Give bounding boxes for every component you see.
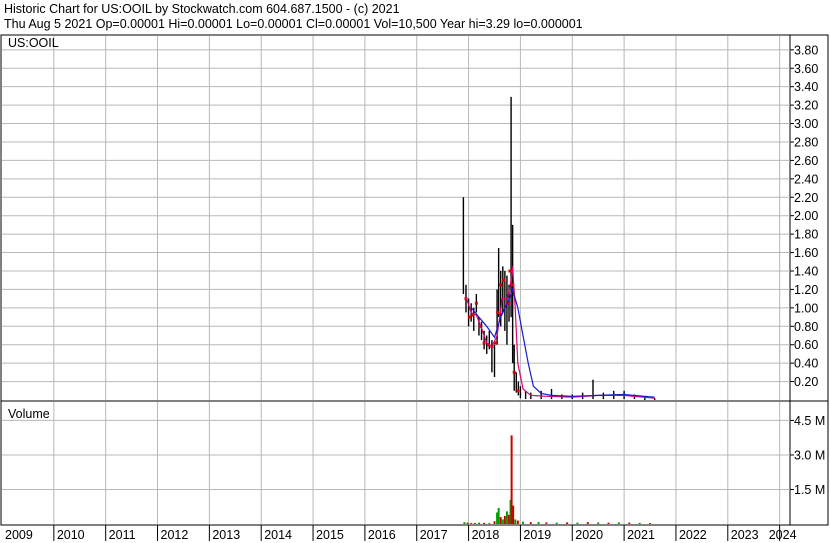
volume-bar bbox=[576, 522, 579, 524]
close-mark bbox=[502, 278, 506, 282]
volume-bar bbox=[597, 522, 600, 524]
volume-bar bbox=[477, 522, 480, 524]
close-mark bbox=[468, 315, 472, 319]
volume-bar bbox=[497, 507, 500, 524]
year-tick-label: 2024 bbox=[769, 528, 797, 542]
price-panel-label: US:OOIL bbox=[8, 36, 59, 50]
volume-bar bbox=[628, 522, 631, 524]
year-tick-label: 2010 bbox=[57, 528, 85, 542]
stock-chart: Historic Chart for US:OOIL by Stockwatch… bbox=[0, 0, 830, 543]
year-tick-label: 2012 bbox=[161, 528, 189, 542]
volume-bar bbox=[501, 519, 504, 524]
year-tick-label: 2019 bbox=[523, 528, 551, 542]
year-tick-label: 2020 bbox=[575, 528, 603, 542]
price-tick-label: 0.80 bbox=[794, 320, 818, 334]
price-tick-label: 2.40 bbox=[794, 172, 818, 186]
price-tick-label: 1.40 bbox=[794, 264, 818, 278]
volume-bar bbox=[499, 517, 502, 524]
price-tick-label: 3.80 bbox=[794, 43, 818, 57]
volume-bar bbox=[537, 521, 540, 524]
close-mark bbox=[474, 301, 478, 305]
volume-bar bbox=[638, 522, 641, 524]
volume-bar bbox=[473, 523, 476, 524]
year-tick-label: 2018 bbox=[472, 528, 500, 542]
volume-panel-label: Volume bbox=[8, 407, 50, 421]
year-tick-label: 2016 bbox=[368, 528, 396, 542]
year-tick-label: 2017 bbox=[420, 528, 448, 542]
year-tick-label: 2014 bbox=[264, 528, 292, 542]
volume-bar bbox=[483, 522, 486, 524]
volume-axis: 1.5 M 3.0 M 4.5 M bbox=[790, 414, 825, 497]
price-tick-label: 1.00 bbox=[794, 301, 818, 315]
volume-bar bbox=[649, 523, 652, 524]
close-mark bbox=[482, 341, 486, 345]
year-tick-label: 2009 bbox=[5, 528, 33, 542]
volume-bar bbox=[545, 522, 548, 524]
volume-bar bbox=[555, 522, 558, 524]
price-tick-label: 2.60 bbox=[794, 154, 818, 168]
volume-bar bbox=[566, 522, 569, 524]
volume-bar bbox=[503, 515, 506, 524]
volume-bar bbox=[493, 521, 496, 524]
volume-tick-label: 3.0 M bbox=[794, 448, 825, 462]
volume-bar bbox=[466, 522, 469, 524]
close-mark bbox=[496, 310, 500, 314]
volume-bar bbox=[586, 522, 589, 524]
volume-bar bbox=[505, 511, 508, 524]
price-tick-label: 3.40 bbox=[794, 80, 818, 94]
volume-bar bbox=[522, 521, 525, 524]
chart-title: Historic Chart for US:OOIL by Stockwatch… bbox=[4, 2, 400, 16]
close-mark bbox=[516, 389, 520, 393]
volume-bar bbox=[617, 522, 620, 524]
volume-bar bbox=[470, 522, 473, 524]
year-tick-label: 2011 bbox=[109, 528, 136, 542]
price-tick-label: 3.20 bbox=[794, 99, 818, 113]
chart-quote-line: Thu Aug 5 2021 Op=0.00001 Hi=0.00001 Lo=… bbox=[4, 17, 583, 31]
volume-tick-label: 1.5 M bbox=[794, 483, 825, 497]
year-tick-label: 2023 bbox=[731, 528, 759, 542]
close-mark bbox=[512, 370, 516, 374]
volume-bar bbox=[488, 523, 491, 524]
volume-bar bbox=[514, 519, 517, 524]
price-tick-label: 0.20 bbox=[794, 375, 818, 389]
price-tick-label: 2.00 bbox=[794, 209, 818, 223]
price-tick-label: 0.40 bbox=[794, 357, 818, 371]
price-tick-label: 1.80 bbox=[794, 228, 818, 242]
year-tick-label: 2021 bbox=[627, 528, 655, 542]
year-tick-label: 2013 bbox=[212, 528, 240, 542]
volume-bar bbox=[529, 522, 532, 524]
volume-bar bbox=[607, 522, 610, 524]
price-tick-label: 0.60 bbox=[794, 338, 818, 352]
price-tick-label: 3.60 bbox=[794, 62, 818, 76]
volume-bar bbox=[463, 522, 466, 524]
price-tick-label: 2.80 bbox=[794, 135, 818, 149]
year-tick-label: 2015 bbox=[316, 528, 344, 542]
volume-tick-label: 4.5 M bbox=[794, 414, 825, 428]
price-tick-label: 2.20 bbox=[794, 191, 818, 205]
volume-bar bbox=[516, 520, 519, 524]
price-tick-label: 1.60 bbox=[794, 246, 818, 260]
price-tick-label: 1.20 bbox=[794, 283, 818, 297]
close-mark bbox=[508, 269, 512, 273]
close-mark bbox=[499, 283, 503, 287]
year-tick-label: 2022 bbox=[679, 528, 707, 542]
volume-bar bbox=[512, 505, 515, 524]
price-tick-label: 3.00 bbox=[794, 117, 818, 131]
